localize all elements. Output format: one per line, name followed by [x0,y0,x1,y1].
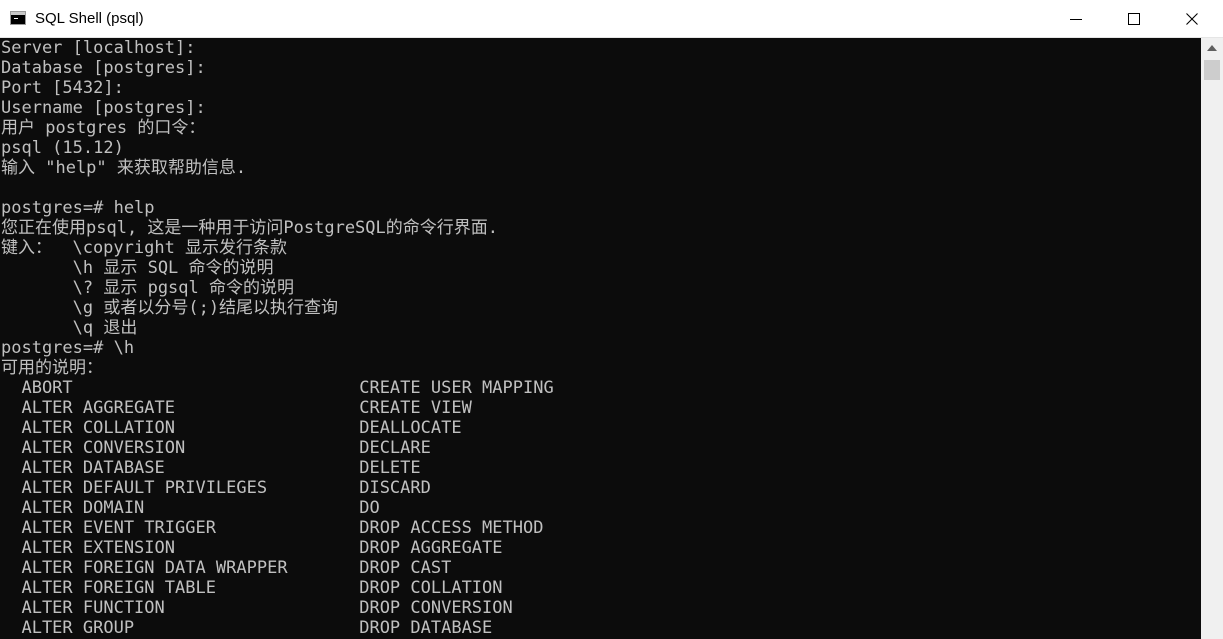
console-line: Port [5432]: [1,78,124,98]
console-line: ALTER FOREIGN DATA WRAPPER DROP CAST [1,558,452,578]
console-line: Username [postgres]: [1,98,206,118]
vertical-scrollbar[interactable] [1201,38,1223,639]
close-icon [1186,13,1198,25]
console-line: Database [postgres]: [1,58,206,78]
console-icon[interactable] [10,11,26,25]
close-button[interactable] [1163,0,1223,38]
console-line: ALTER FOREIGN TABLE DROP COLLATION [1,578,503,598]
console-line: 键入： \copyright 显示发行条款 [1,238,288,258]
console-line: ABORT CREATE USER MAPPING [1,378,554,398]
scroll-up-button[interactable] [1201,38,1223,58]
console-output[interactable]: Server [localhost]: Database [postgres]:… [0,38,1201,639]
minimize-icon [1070,19,1082,20]
console-line: 可用的说明： [1,358,103,378]
console-line: \q 退出 [1,318,138,338]
window-title: SQL Shell (psql) [35,10,144,27]
console-line: ALTER COLLATION DEALLOCATE [1,418,462,438]
console-line: postgres=# help [1,198,155,218]
console-line: ALTER CONVERSION DECLARE [1,438,431,458]
title-bar[interactable]: SQL Shell (psql) [0,0,1223,38]
console-line: psql (15.12) [1,138,124,158]
scroll-thumb[interactable] [1204,60,1220,80]
console-line: ALTER GROUP DROP DATABASE [1,618,493,638]
sql-shell-window: SQL Shell (psql) Server [localhost]: Dat… [0,0,1223,639]
minimize-button[interactable] [1047,0,1105,38]
console-line: \h 显示 SQL 命令的说明 [1,258,274,278]
maximize-button[interactable] [1105,0,1163,38]
console-line: postgres=# \h [1,338,135,358]
console-line: 用户 postgres 的口令： [1,118,206,138]
console-line: \? 显示 pgsql 命令的说明 [1,278,294,298]
console-line: ALTER DOMAIN DO [1,498,380,518]
maximize-icon [1128,13,1140,25]
console-line: ALTER FUNCTION DROP CONVERSION [1,598,513,618]
console-line: 您正在使用psql, 这是一种用于访问PostgreSQL的命令行界面. [1,218,498,238]
console-line: ALTER DEFAULT PRIVILEGES DISCARD [1,478,431,498]
console-line: ALTER AGGREGATE CREATE VIEW [1,398,472,418]
console-line: ALTER EXTENSION DROP AGGREGATE [1,538,503,558]
console-line: \g 或者以分号(;)结尾以执行查询 [1,298,339,318]
console-line: Server [localhost]: [1,38,196,58]
console-line: ALTER EVENT TRIGGER DROP ACCESS METHOD [1,518,544,538]
console-line: 输入 "help" 来获取帮助信息. [1,158,247,178]
console-line: ALTER DATABASE DELETE [1,458,421,478]
chevron-up-icon [1207,45,1217,51]
